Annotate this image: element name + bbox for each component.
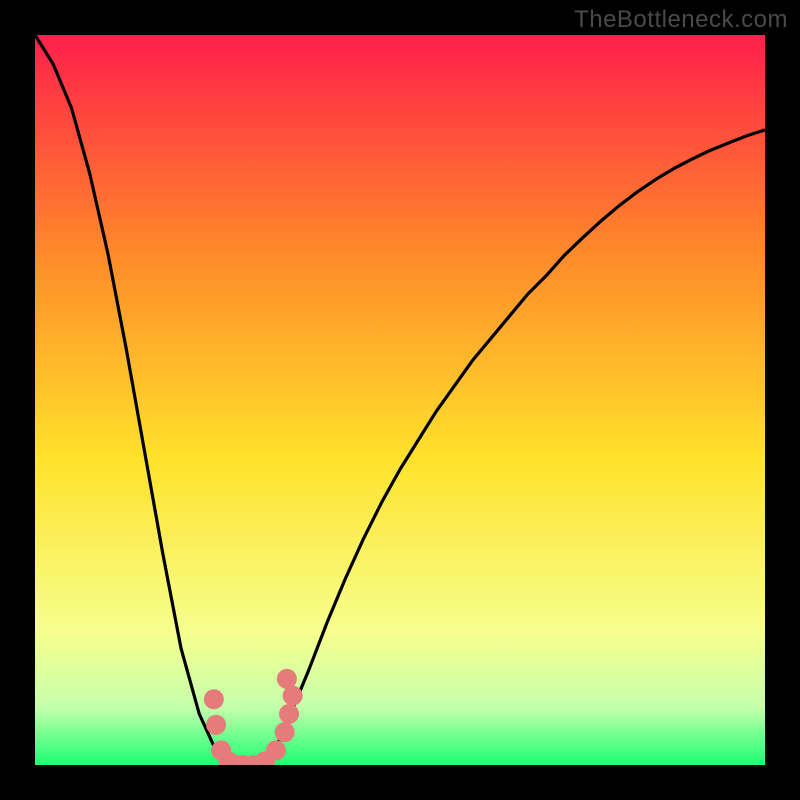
curve-marker bbox=[275, 722, 295, 742]
chart-frame: TheBottleneck.com bbox=[0, 0, 800, 800]
curve-marker bbox=[279, 704, 299, 724]
watermark-text: TheBottleneck.com bbox=[574, 6, 788, 34]
curve-marker bbox=[206, 715, 226, 735]
curve-marker bbox=[204, 689, 224, 709]
gradient-background bbox=[35, 35, 765, 765]
curve-marker bbox=[277, 669, 297, 689]
plot-svg bbox=[35, 35, 765, 765]
curve-marker bbox=[266, 740, 286, 760]
plot-area bbox=[35, 35, 765, 765]
